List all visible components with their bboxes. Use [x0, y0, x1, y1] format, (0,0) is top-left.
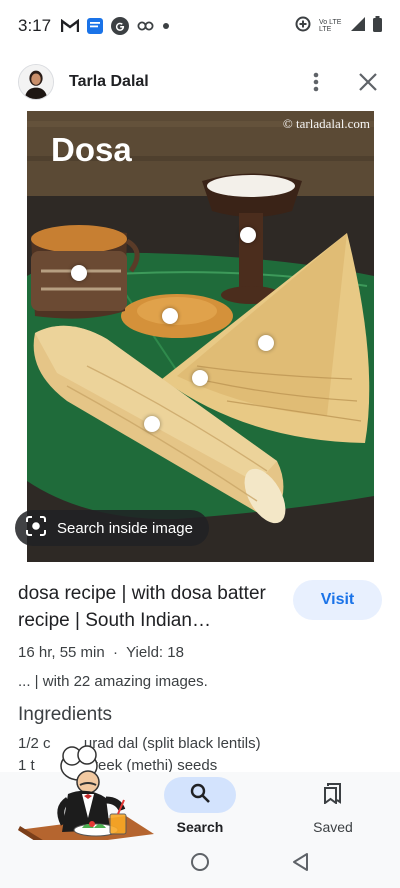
ingredients-heading: Ingredients	[18, 704, 113, 725]
lens-label: Search inside image	[57, 519, 193, 537]
source-header: Tarla Dalal	[0, 56, 400, 108]
avatar[interactable]	[18, 64, 54, 100]
battery-icon	[373, 15, 382, 37]
status-time: 3:17	[18, 16, 52, 35]
google-icon	[111, 17, 130, 35]
nav-search[interactable]: Search	[164, 777, 236, 835]
object-dot[interactable]	[71, 265, 87, 281]
nav-saved-label: Saved	[313, 819, 353, 835]
result-image[interactable]: Dosa © tarladalal.com	[27, 111, 374, 562]
search-icon	[189, 782, 211, 809]
saved-icon	[323, 782, 343, 809]
search-inside-image-button[interactable]: Search inside image	[15, 510, 209, 546]
object-dot[interactable]	[162, 308, 178, 324]
home-button[interactable]	[188, 850, 212, 874]
close-icon[interactable]	[354, 68, 382, 96]
more-vert-icon[interactable]	[302, 68, 330, 96]
lens-icon	[25, 515, 47, 542]
data-saver-icon	[295, 16, 311, 37]
nav-search-label: Search	[176, 819, 224, 835]
object-dot[interactable]	[240, 227, 256, 243]
vowifi-lte-icon: Vo LTE LTE	[319, 19, 342, 33]
dosa-photo	[27, 111, 374, 562]
source-title[interactable]: Tarla Dalal	[69, 73, 149, 91]
result-snippet: ... | with 22 amazing images.	[18, 673, 208, 690]
messages-icon	[87, 18, 104, 34]
image-title: Dosa	[51, 131, 132, 168]
signal-icon	[351, 16, 365, 36]
result-title[interactable]: dosa recipe | with dosa batter recipe | …	[18, 580, 283, 634]
object-dot[interactable]	[192, 370, 208, 386]
status-bar: 3:17 Vo LTE LTE	[0, 0, 400, 52]
visit-button[interactable]: Visit	[293, 580, 382, 620]
back-button[interactable]	[288, 850, 312, 874]
gmail-icon	[61, 19, 80, 33]
object-dot[interactable]	[258, 335, 274, 351]
image-watermark: © tarladalal.com	[282, 116, 370, 131]
recipe-meta: 16 hr, 55 min · Yield: 18	[18, 644, 184, 661]
chef-sticker	[14, 738, 160, 850]
object-dot[interactable]	[144, 416, 160, 432]
nav-saved[interactable]: Saved	[300, 777, 366, 835]
link-icon	[137, 21, 155, 31]
dot-icon	[163, 23, 170, 29]
